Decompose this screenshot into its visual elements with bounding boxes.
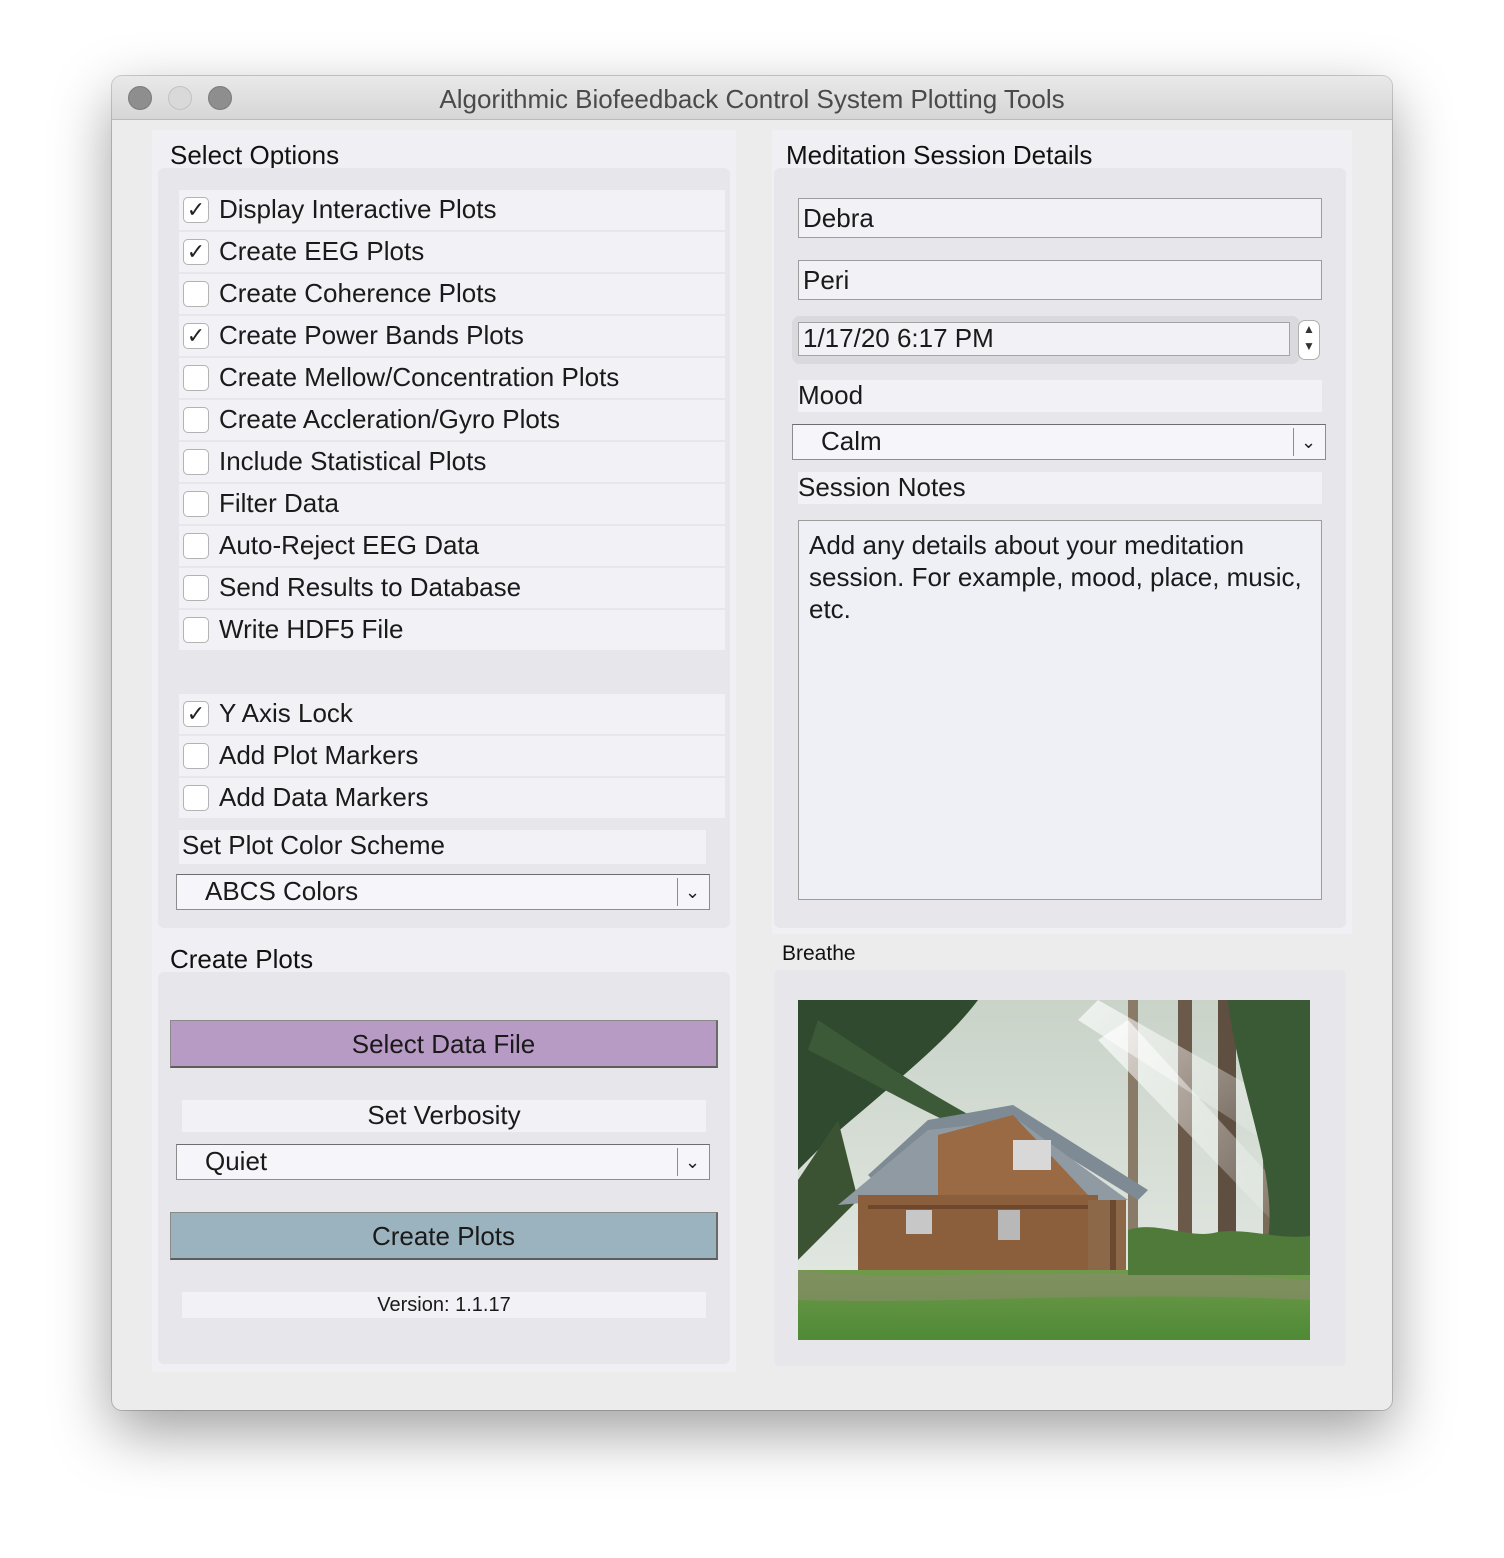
check-icon: ✓ <box>186 323 206 348</box>
check-icon: ✓ <box>186 197 206 222</box>
option-row[interactable]: Write HDF5 File <box>179 610 725 650</box>
option-label: Write HDF5 File <box>219 614 404 644</box>
check-icon: ✓ <box>186 239 206 264</box>
option-label: Display Interactive Plots <box>219 194 497 224</box>
breathe-label: Breathe <box>782 942 856 965</box>
verbosity-select[interactable]: Quiet ⌄ <box>176 1144 710 1180</box>
checkbox[interactable] <box>183 743 209 769</box>
verbosity-label: Set Verbosity <box>182 1100 706 1132</box>
option-label: Auto-Reject EEG Data <box>219 530 480 560</box>
checkbox[interactable] <box>183 575 209 601</box>
checkbox-checked[interactable]: ✓ <box>183 197 209 223</box>
option-row[interactable]: Filter Data <box>179 484 725 524</box>
checkbox[interactable] <box>183 491 209 517</box>
checkbox-checked[interactable]: ✓ <box>183 323 209 349</box>
datetime-field[interactable]: 1/17/20 6:17 PM <box>798 322 1290 356</box>
select-options-label: Select Options <box>170 140 340 170</box>
cabin-forest-illustration <box>798 1000 1310 1340</box>
mood-label: Mood <box>798 380 1322 412</box>
chevron-down-icon: ⌄ <box>1293 428 1323 456</box>
color-scheme-select[interactable]: ABCS Colors ⌄ <box>176 874 710 910</box>
option-row[interactable]: Add Plot Markers <box>179 736 725 776</box>
checkbox[interactable] <box>183 281 209 307</box>
option-label: Add Data Markers <box>219 782 429 812</box>
option-row[interactable]: Create Mellow/Concentration Plots <box>179 358 725 398</box>
checkbox-checked[interactable]: ✓ <box>183 701 209 727</box>
option-row[interactable]: Auto-Reject EEG Data <box>179 526 725 566</box>
color-scheme-value: ABCS Colors <box>205 876 359 906</box>
color-scheme-label: Set Plot Color Scheme <box>179 830 706 864</box>
stepper-icon[interactable]: ▲ ▼ <box>1298 320 1320 360</box>
version-label: Version: 1.1.17 <box>182 1292 706 1318</box>
verbosity-value: Quiet <box>205 1146 268 1176</box>
select-data-file-button[interactable]: Select Data File <box>170 1020 718 1068</box>
option-row[interactable]: ✓ Create EEG Plots <box>179 232 725 272</box>
option-row[interactable]: ✓ Create Power Bands Plots <box>179 316 725 356</box>
datetime-picker: 1/17/20 6:17 PM <box>792 316 1300 364</box>
create-plots-button[interactable]: Create Plots <box>170 1212 718 1260</box>
option-row[interactable]: Create Coherence Plots <box>179 274 725 314</box>
first-name-field[interactable]: Debra <box>798 198 1322 238</box>
checkbox[interactable] <box>183 617 209 643</box>
option-label: Create Accleration/Gyro Plots <box>219 404 561 434</box>
create-plots-label: Create Plots <box>170 944 314 974</box>
session-notes-label: Session Notes <box>798 472 1322 504</box>
session-notes-textarea[interactable]: Add any details about your meditation se… <box>798 520 1322 900</box>
checkbox[interactable] <box>183 407 209 433</box>
checkbox[interactable] <box>183 533 209 559</box>
checkbox-checked[interactable]: ✓ <box>183 239 209 265</box>
option-row[interactable]: Include Statistical Plots <box>179 442 725 482</box>
option-label: Create Power Bands Plots <box>219 320 524 350</box>
window-title: Algorithmic Biofeedback Control System P… <box>439 84 1065 114</box>
mood-value: Calm <box>821 426 882 456</box>
last-name-field[interactable]: Peri <box>798 260 1322 300</box>
option-label: Y Axis Lock <box>219 698 353 728</box>
app-window: Algorithmic Biofeedback Control System P… <box>112 76 1392 1410</box>
checkbox[interactable] <box>183 449 209 475</box>
option-row[interactable]: Add Data Markers <box>179 778 725 818</box>
checkbox[interactable] <box>183 365 209 391</box>
option-row[interactable]: ✓ Y Axis Lock <box>179 694 725 734</box>
option-label: Filter Data <box>219 488 339 518</box>
option-row[interactable]: ✓ Display Interactive Plots <box>179 190 725 230</box>
title-bar: Algorithmic Biofeedback Control System P… <box>112 76 1392 120</box>
option-label: Create Mellow/Concentration Plots <box>219 362 620 392</box>
chevron-down-icon: ⌄ <box>677 1148 707 1176</box>
cabin-forest-image <box>798 1000 1310 1340</box>
check-icon: ✓ <box>186 701 206 726</box>
option-label: Add Plot Markers <box>219 740 419 770</box>
option-row[interactable]: Send Results to Database <box>179 568 725 608</box>
session-details-label: Meditation Session Details <box>786 140 1093 170</box>
option-label: Send Results to Database <box>219 572 522 602</box>
option-label: Create EEG Plots <box>219 236 425 266</box>
mood-select[interactable]: Calm ⌄ <box>792 424 1326 460</box>
chevron-down-icon: ⌄ <box>677 878 707 906</box>
option-row[interactable]: Create Accleration/Gyro Plots <box>179 400 725 440</box>
option-label: Create Coherence Plots <box>219 278 497 308</box>
option-label: Include Statistical Plots <box>219 446 487 476</box>
checkbox[interactable] <box>183 785 209 811</box>
